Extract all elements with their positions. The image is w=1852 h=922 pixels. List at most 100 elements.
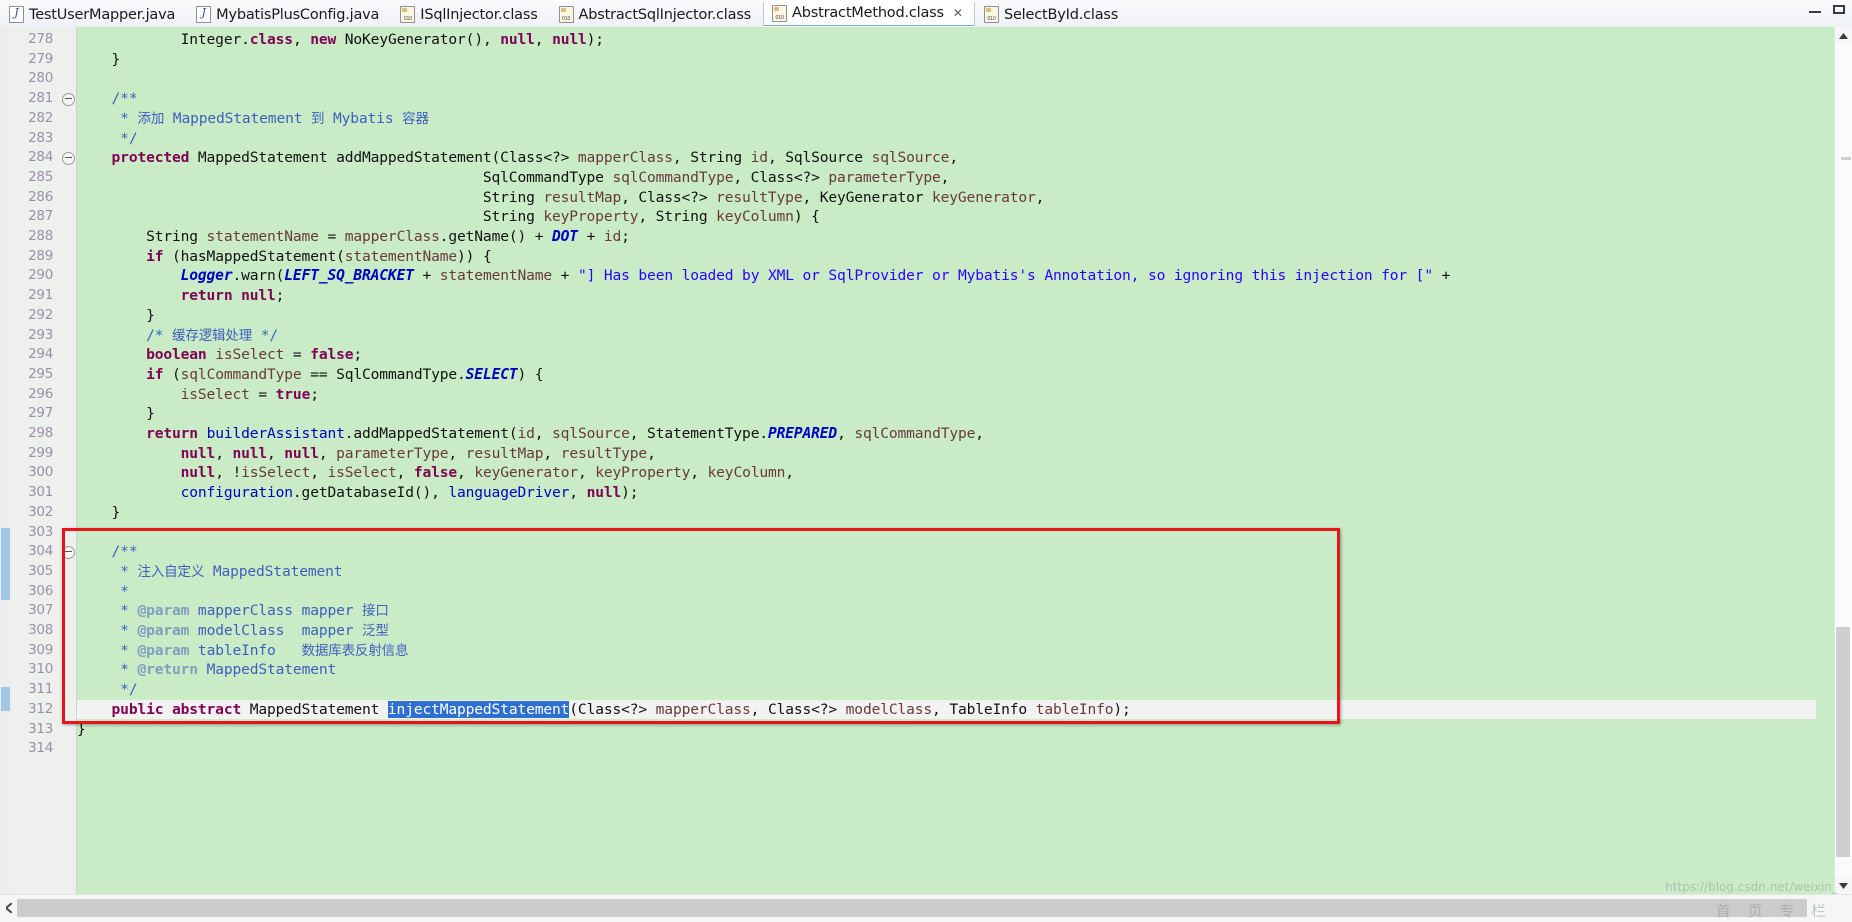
code-line[interactable]: /** — [77, 89, 138, 109]
code-line[interactable]: null, !isSelect, isSelect, false, keyGen… — [77, 463, 794, 483]
code-line[interactable]: } — [77, 404, 155, 424]
vertical-scrollbar[interactable] — [1834, 27, 1852, 894]
code-token: .warn( — [232, 267, 285, 285]
code-line[interactable]: /** — [77, 542, 138, 562]
code-line[interactable]: protected MappedStatement addMappedState… — [77, 148, 959, 168]
code-token: true — [275, 385, 311, 403]
code-line[interactable]: * — [77, 582, 129, 602]
code-line[interactable]: configuration.getDatabaseId(), languageD… — [77, 483, 639, 503]
code-line[interactable]: public abstract MappedStatement injectMa… — [77, 700, 1131, 720]
maximize-icon[interactable] — [1832, 4, 1846, 16]
line-number: 314 — [28, 740, 53, 757]
code-token: sqlSource — [552, 425, 630, 442]
code-token: @param — [137, 622, 190, 639]
code-line[interactable]: * @param mapperClass mapper 接口 — [77, 601, 389, 621]
code-token: (hasMappedStatement( — [163, 247, 345, 265]
code-line[interactable]: } — [77, 50, 121, 70]
line-number: 290 — [28, 267, 53, 284]
code-line[interactable]: } — [77, 503, 121, 523]
code-token: PREPARED — [767, 425, 838, 442]
line-number: 283 — [28, 129, 53, 146]
code-token: null — [500, 31, 535, 48]
line-number-gutter: 278 279 280 281 282 283 284 285 286 287 288 289 290 2… — [12, 27, 61, 894]
editor-tab-5[interactable]: SelectById.class — [975, 1, 1130, 27]
scroll-left-icon[interactable] — [0, 895, 17, 921]
code-token: /* — [77, 326, 172, 344]
quick-diff-marker — [1, 528, 10, 600]
code-token: sqlCommandType — [612, 168, 734, 186]
code-token: if — [146, 247, 164, 265]
code-token: , String — [638, 208, 717, 226]
fold-collapse-icon[interactable] — [62, 546, 75, 560]
eclipse-editor-window: TestUserMapper.java MybatisPlusConfig.ja… — [0, 0, 1852, 922]
code-line[interactable]: * @param modelClass mapper 泛型 — [77, 621, 389, 641]
code-line[interactable]: Integer.class, new NoKeyGenerator(), nul… — [77, 30, 604, 50]
editor-tab-1[interactable]: MybatisPlusConfig.java — [187, 1, 391, 27]
editor-tab-4-active[interactable]: AbstractMethod.class ✕ — [763, 0, 975, 27]
line-number: 296 — [28, 385, 53, 402]
code-line[interactable]: boolean isSelect = false; — [77, 345, 362, 365]
code-token: ; — [353, 346, 363, 364]
code-token: ; — [275, 287, 285, 305]
class-file-icon — [772, 4, 788, 22]
fold-collapse-icon[interactable] — [62, 93, 75, 107]
code-line[interactable]: SqlCommandType sqlCommandType, Class<?> … — [77, 168, 950, 188]
window-controls — [1808, 4, 1846, 16]
code-line[interactable]: */ — [77, 129, 137, 149]
horizontal-scrollbar[interactable] — [0, 894, 1852, 922]
code-token: } — [77, 306, 155, 324]
fold-collapse-icon[interactable] — [62, 152, 75, 166]
editor-tab-label: SelectById.class — [1003, 6, 1119, 23]
horizontal-scroll-thumb[interactable] — [17, 899, 1807, 917]
code-line[interactable]: if (sqlCommandType == SqlCommandType.SEL… — [77, 365, 543, 385]
code-line[interactable]: String keyProperty, String keyColumn) { — [77, 207, 820, 227]
code-token: null — [180, 464, 216, 482]
editor-tab-0[interactable]: TestUserMapper.java — [0, 1, 187, 27]
code-line[interactable]: String resultMap, Class<?> resultType, K… — [77, 188, 1045, 208]
code-line[interactable]: } — [77, 720, 86, 740]
close-icon[interactable]: ✕ — [953, 7, 963, 19]
code-line[interactable]: Logger.warn(LEFT_SQ_BRACKET + statementN… — [77, 266, 1451, 286]
code-token: return — [180, 287, 233, 305]
code-token: LEFT_SQ_BRACKET — [284, 267, 414, 285]
code-token: , KeyGenerator — [802, 188, 933, 206]
code-editor[interactable]: 278 279 280 281 282 283 284 285 286 287 288 289 290 2… — [0, 27, 1852, 894]
code-token: MappedStatement — [164, 109, 311, 127]
code-token: NoKeyGenerator(), — [336, 31, 501, 48]
code-line[interactable]: return null; — [77, 286, 285, 306]
code-line[interactable]: } — [77, 306, 155, 326]
code-token: sqlSource — [871, 149, 950, 167]
code-token: id — [750, 149, 768, 167]
code-line[interactable]: null, null, null, parameterType, resultM… — [77, 444, 656, 464]
code-token: */ — [252, 326, 279, 344]
code-token: mapperClass — [577, 149, 673, 167]
code-line[interactable]: if (hasMappedStatement(statementName)) { — [77, 247, 492, 267]
code-line[interactable]: isSelect = true; — [77, 385, 319, 405]
minimize-icon[interactable] — [1808, 4, 1822, 16]
code-line[interactable]: String statementName = mapperClass.getNa… — [77, 227, 630, 247]
code-line[interactable]: * 注入自定义 MappedStatement — [77, 562, 342, 582]
line-number: 291 — [28, 287, 53, 304]
code-line[interactable]: /* 缓存逻辑处理 */ — [77, 326, 278, 346]
scroll-up-icon[interactable] — [1835, 27, 1852, 44]
code-text-area[interactable]: Integer.class, new NoKeyGenerator(), nul… — [77, 27, 1816, 894]
code-token: tableInfo — [189, 641, 302, 659]
overview-ruler-mark — [1841, 157, 1851, 160]
code-token: == SqlCommandType. — [301, 365, 466, 383]
code-token: Logger — [180, 267, 233, 285]
code-token: ) { — [793, 208, 820, 226]
editor-tab-2[interactable]: ISqlInjector.class — [391, 1, 549, 27]
code-line[interactable]: return builderAssistant.addMappedStateme… — [77, 424, 984, 444]
vertical-scroll-thumb[interactable] — [1836, 627, 1850, 857]
code-line[interactable]: * 添加 MappedStatement 到 Mybatis 容器 — [77, 109, 429, 129]
folding-margin[interactable] — [60, 27, 77, 894]
code-line[interactable]: */ — [77, 680, 137, 700]
code-line[interactable]: * @return MappedStatement — [77, 660, 336, 680]
editor-tab-3[interactable]: AbstractSqlInjector.class — [550, 1, 763, 27]
code-line[interactable]: * @param tableInfo 数据库表反射信息 — [77, 641, 408, 661]
